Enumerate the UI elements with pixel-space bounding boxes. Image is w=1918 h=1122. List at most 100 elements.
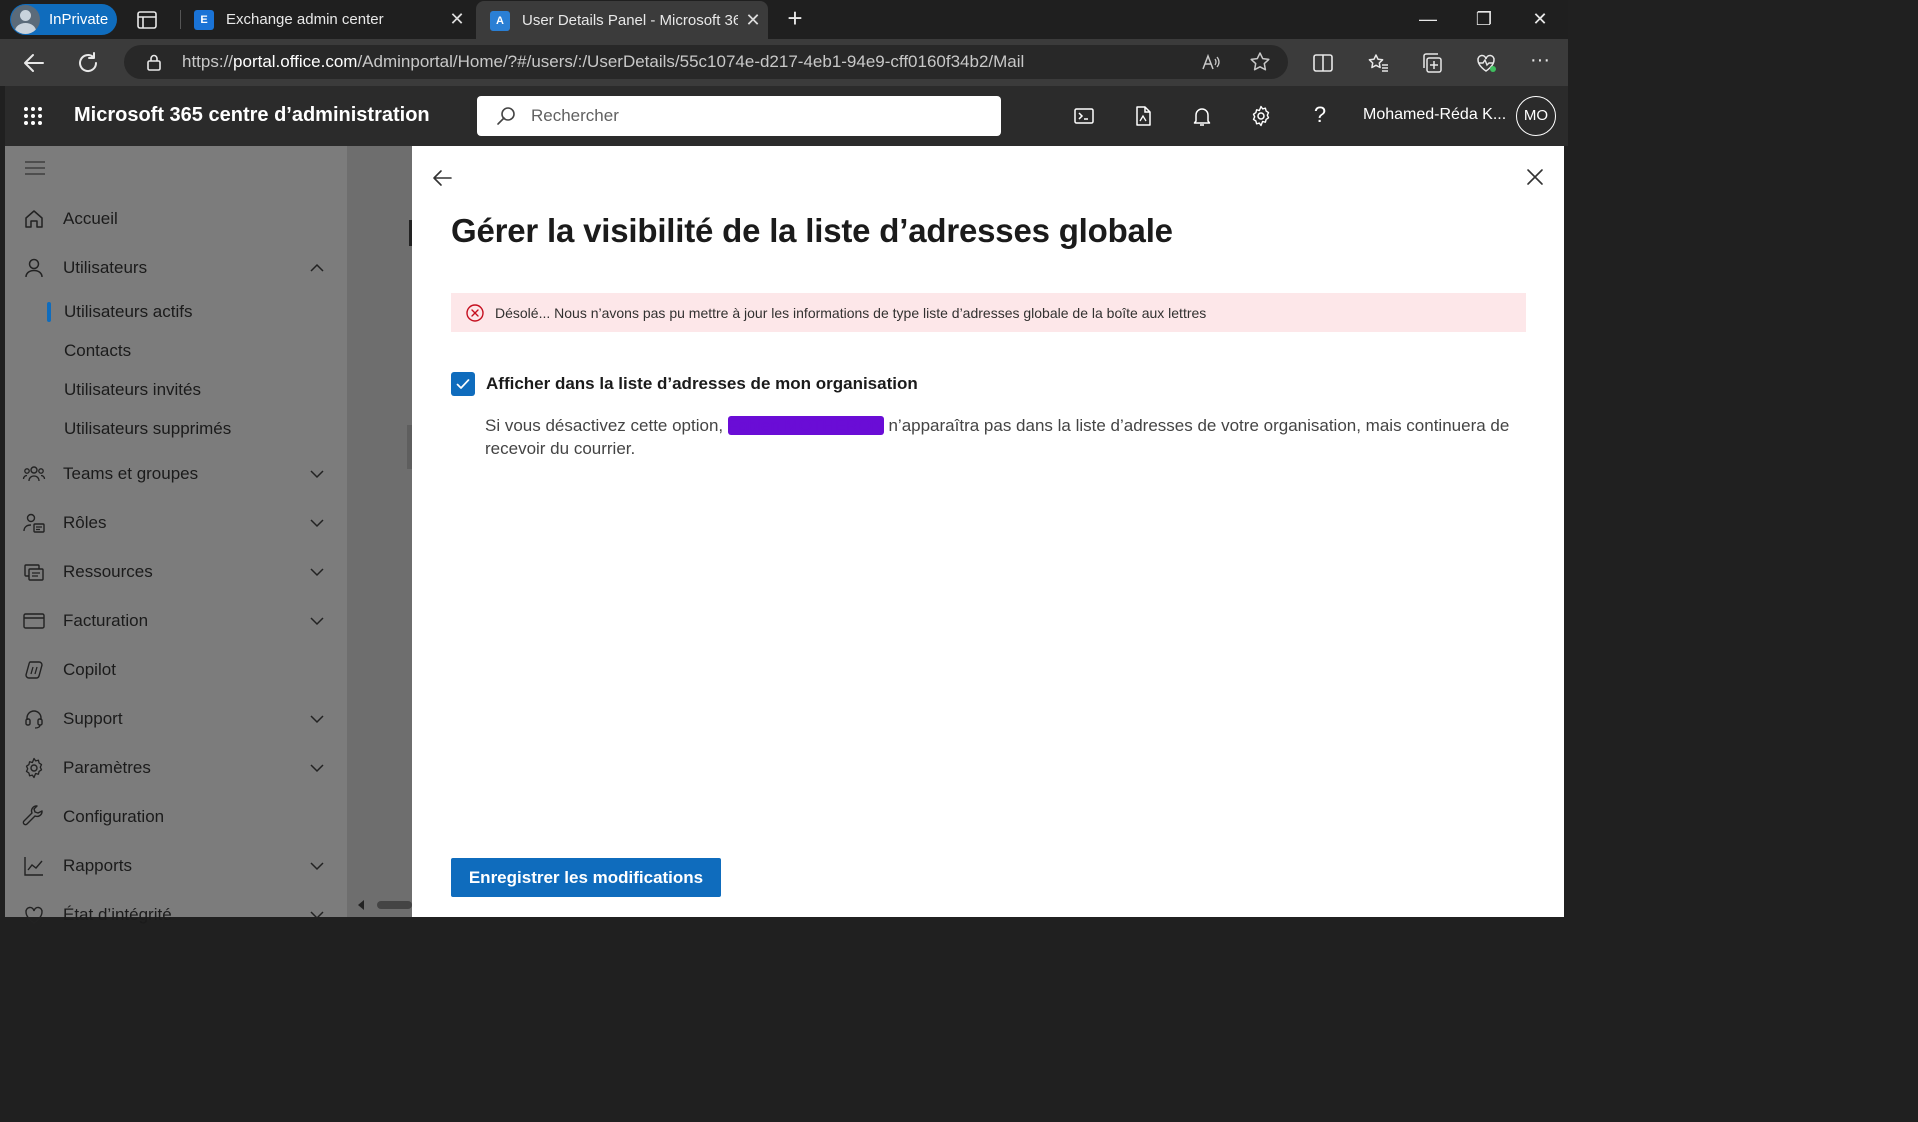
inprivate-badge[interactable]: InPrivate	[10, 4, 117, 35]
new-tab-icon[interactable]: +	[782, 5, 808, 32]
app-launcher-icon[interactable]	[23, 106, 43, 126]
url-field[interactable]: https://portal.office.com/Adminportal/Ho…	[124, 45, 1288, 79]
chevron-down-icon[interactable]	[307, 856, 327, 876]
gal-visibility-option: Afficher dans la liste d’adresses de mon…	[451, 372, 918, 396]
checkmark-icon	[456, 379, 470, 389]
sidebar-item-label: État d’intégrité	[63, 905, 172, 924]
back-icon[interactable]	[21, 50, 47, 76]
minimize-icon[interactable]: —	[1400, 0, 1456, 39]
url-path: /Adminportal/Home/?#/users/:/UserDetails…	[357, 52, 1025, 71]
sidebar-item-label: Paramètres	[63, 758, 151, 777]
save-changes-button[interactable]: Enregistrer les modifications	[451, 858, 721, 897]
roles-icon	[23, 513, 45, 533]
sidebar-subitem-utilisateurs-invites[interactable]: Utilisateurs invités	[64, 375, 201, 405]
chevron-down-icon[interactable]	[307, 513, 327, 533]
close-tab-icon[interactable]: ✕	[738, 10, 768, 31]
m365-header: Microsoft 365 centre d’administration Re…	[5, 86, 1568, 146]
restore-icon[interactable]: ❐	[1456, 0, 1512, 39]
resources-icon	[24, 564, 44, 581]
collapse-nav-icon[interactable]	[24, 160, 46, 176]
favorites-icon[interactable]	[1366, 51, 1390, 75]
redacted-user-name: Fabien MOTHERON	[727, 416, 884, 435]
admin-icon: A	[490, 10, 510, 31]
health-icon	[25, 906, 43, 924]
error-text: Désolé... Nous n’avons pas pu mettre à j…	[495, 304, 1207, 321]
checkbox-label[interactable]: Afficher dans la liste d’adresses de mon…	[486, 374, 918, 394]
browser-essentials-icon[interactable]	[1474, 51, 1498, 75]
sidebar-item-label: Facturation	[63, 611, 149, 630]
read-aloud-icon[interactable]	[1200, 51, 1222, 73]
sidebar-item-teams-et-groupes[interactable]: Teams et groupes	[5, 454, 347, 494]
sidebar-item-accueil[interactable]: Accueil	[5, 199, 347, 239]
chevron-down-icon[interactable]	[307, 611, 327, 631]
sidebar-item-utilisateurs[interactable]: Utilisateurs	[5, 248, 347, 288]
url-scheme: https://	[182, 52, 234, 71]
chevron-up-icon[interactable]	[307, 258, 327, 278]
sidebar-item-configuration[interactable]: Configuration	[5, 797, 347, 837]
sidebar-item-label: Utilisateurs	[63, 258, 148, 277]
option-description: Si vous désactivez cette option, Fabien …	[485, 414, 1515, 460]
close-icon[interactable]	[1524, 166, 1546, 188]
page-title: Gérer la visibilité de la liste d’adress…	[451, 212, 1173, 249]
sidebar-item-label: Teams et groupes	[63, 464, 199, 483]
chevron-down-icon[interactable]	[307, 562, 327, 582]
sidebar-item-rapports[interactable]: Rapports	[5, 846, 347, 886]
help-icon[interactable]: ?	[1308, 102, 1332, 127]
sidebar-item-facturation[interactable]: Facturation	[5, 601, 347, 641]
close-window-icon[interactable]: ✕	[1512, 0, 1568, 39]
chevron-down-icon[interactable]	[307, 709, 327, 729]
notifications-bell-icon[interactable]	[1190, 104, 1214, 128]
tab-user-details-panel[interactable]: A User Details Panel - Microsoft 365 adm…	[476, 1, 768, 40]
chevron-down-icon[interactable]	[307, 464, 327, 484]
collections-icon[interactable]	[1420, 51, 1444, 75]
user-name[interactable]: Mohamed-Réda K...	[1363, 106, 1506, 124]
settings-gear-icon[interactable]	[1249, 104, 1273, 128]
billing-icon	[23, 613, 45, 629]
sidebar-subitem-utilisateurs-actifs[interactable]: Utilisateurs actifs	[64, 297, 192, 327]
document-icon[interactable]	[1131, 104, 1155, 128]
sidebar-item-copilot[interactable]: Copilot	[5, 650, 347, 690]
split-screen-icon[interactable]	[1311, 51, 1335, 75]
sidebar-subitem-utilisateurs-supprimes[interactable]: Utilisateurs supprimés	[64, 414, 231, 444]
address-toolbar: https://portal.office.com/Adminportal/Ho…	[0, 39, 1568, 86]
sidebar-item-parametres[interactable]: Paramètres	[5, 748, 347, 788]
lock-icon[interactable]	[144, 52, 164, 72]
favorite-star-icon[interactable]	[1248, 50, 1272, 74]
refresh-icon[interactable]	[75, 50, 101, 76]
shell-icon[interactable]	[1072, 104, 1096, 128]
sidebar-item-label: Ressources	[63, 562, 153, 581]
close-tab-icon[interactable]: ✕	[442, 9, 472, 30]
description-text-before: Si vous désactivez cette option,	[485, 416, 728, 435]
copilot-icon	[25, 661, 43, 679]
chevron-down-icon[interactable]	[307, 758, 327, 778]
more-options-icon[interactable]: ···	[1528, 50, 1552, 75]
tab-title: Exchange admin center	[226, 11, 384, 28]
sidebar-item-etat-integrite[interactable]: État d’intégrité	[5, 895, 347, 935]
sidebar-item-ressources[interactable]: Ressources	[5, 552, 347, 592]
background-overlay	[347, 146, 412, 917]
search-input[interactable]: Rechercher	[477, 96, 1001, 136]
support-icon	[25, 710, 43, 729]
show-in-gal-checkbox[interactable]	[451, 372, 475, 396]
chevron-down-icon[interactable]	[307, 905, 327, 925]
profile-avatar-icon	[11, 5, 40, 34]
sidebar-item-roles[interactable]: Rôles	[5, 503, 347, 543]
horizontal-scrollbar[interactable]	[355, 897, 412, 913]
configuration-icon	[22, 805, 43, 826]
teams-icon	[22, 466, 46, 482]
sidebar-item-label: Accueil	[63, 209, 118, 228]
tab-title: User Details Panel - Microsoft 365 admin…	[522, 12, 738, 29]
settings-icon	[25, 757, 43, 779]
sidebar-item-label: Configuration	[63, 807, 165, 826]
app-title[interactable]: Microsoft 365 centre d’administration	[74, 104, 430, 127]
manage-gal-visibility-panel: Gérer la visibilité de la liste d’adress…	[412, 146, 1564, 917]
back-arrow-icon[interactable]	[430, 166, 454, 190]
avatar[interactable]: MO	[1516, 96, 1556, 136]
inprivate-label: InPrivate	[49, 11, 109, 28]
tab-actions-icon[interactable]	[136, 9, 158, 31]
sidebar-item-label: Rôles	[63, 513, 107, 532]
tab-exchange-admin-center[interactable]: E Exchange admin center ✕	[180, 0, 472, 39]
error-icon	[466, 303, 484, 322]
sidebar-item-support[interactable]: Support	[5, 699, 347, 739]
sidebar-subitem-contacts[interactable]: Contacts	[64, 336, 131, 366]
